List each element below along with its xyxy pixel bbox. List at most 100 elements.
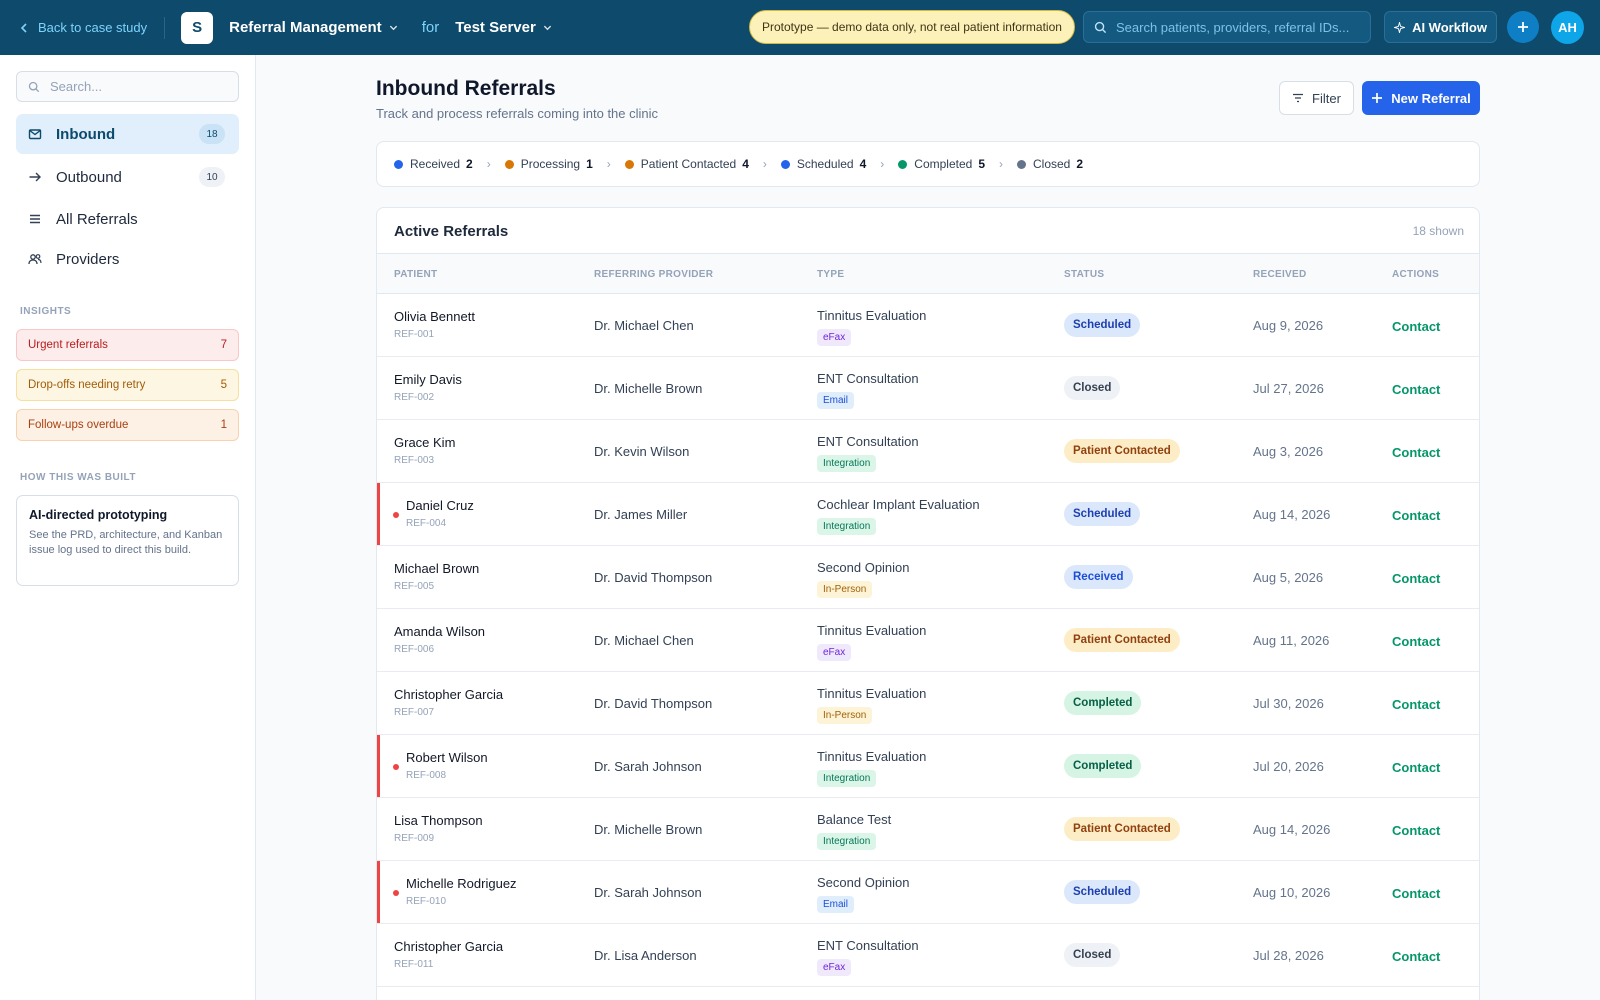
chevron-right-icon: › (606, 157, 611, 171)
table-row[interactable]: Robert Wilson REF-008 Dr. Sarah Johnson Tin… (377, 735, 1479, 798)
stage-scheduled[interactable]: Scheduled 4 (780, 157, 866, 171)
back-to-case-study-link[interactable]: Back to case study (19, 20, 147, 35)
global-search-input[interactable] (1116, 19, 1370, 35)
app-switcher[interactable]: Referral Management (229, 19, 398, 36)
add-button[interactable] (1507, 11, 1539, 43)
plus-icon (1518, 22, 1528, 32)
patient-name[interactable]: Olivia Bennett (394, 309, 475, 324)
referring-provider: Dr. Kevin Wilson (594, 444, 690, 459)
referral-type: ENT Consultation (817, 938, 919, 953)
ai-workflow-button[interactable]: AI Workflow (1384, 11, 1497, 43)
contact-button[interactable]: Contact (1392, 949, 1440, 964)
contact-button[interactable]: Contact (1392, 382, 1440, 397)
patient-cell: Christopher Garcia REF-011 (394, 939, 503, 970)
status-dot (780, 159, 790, 169)
stage-completed[interactable]: Completed 5 (898, 157, 985, 171)
table-row[interactable]: Lisa Thompson REF-009 Dr. Michelle Brown Ba… (377, 798, 1479, 861)
received-date: Aug 10, 2026 (1253, 885, 1331, 900)
patient-name[interactable]: Amanda Wilson (394, 624, 485, 639)
sidebar-item-outbound[interactable]: Outbound 10 (16, 157, 239, 197)
sidebar-search[interactable] (16, 71, 239, 102)
contact-button[interactable]: Contact (1392, 886, 1440, 901)
column-header-referring-provider[interactable]: REFERRING PROVIDER (594, 269, 713, 280)
table-row[interactable]: Amanda Wilson REF-006 Dr. Michael Chen Tinn… (377, 609, 1479, 672)
referral-id: REF-005 (394, 581, 435, 592)
stage-label: Closed (1033, 157, 1071, 171)
table-row[interactable]: Olivia Bennett REF-001 Dr. Michael Chen Tin… (377, 294, 1479, 357)
sidebar-item-label: Inbound (56, 125, 116, 143)
stage-label: Received (410, 157, 461, 171)
table-row[interactable]: Grace Kim REF-003 Dr. Kevin Wilson ENT Cons… (377, 420, 1479, 483)
global-search[interactable] (1083, 11, 1371, 43)
how-built-heading: HOW THIS WAS BUILT (20, 472, 137, 483)
server-switcher[interactable]: Test Server (455, 19, 552, 36)
status-badge: Patient Contacted (1064, 628, 1180, 652)
referral-type: ENT Consultation (817, 434, 919, 449)
contact-button[interactable]: Contact (1392, 760, 1440, 775)
patient-name[interactable]: Lisa Thompson (394, 813, 483, 828)
urgent-indicator-bar (377, 735, 380, 797)
contact-button[interactable]: Contact (1392, 319, 1440, 334)
urgent-dot (393, 764, 399, 770)
column-header-status[interactable]: STATUS (1064, 269, 1104, 280)
patient-name[interactable]: Christopher Garcia (394, 939, 503, 954)
patient-name[interactable]: Michael Brown (394, 561, 479, 576)
contact-button[interactable]: Contact (1392, 445, 1440, 460)
patient-cell: Lisa Thompson REF-009 (394, 813, 483, 844)
insight-follow-ups-overdue[interactable]: Follow-ups overdue 1 (16, 409, 239, 441)
table-row[interactable]: Emily Davis REF-002 Dr. Michelle Brown ENT … (377, 357, 1479, 420)
stage-closed[interactable]: Closed 2 (1017, 157, 1083, 171)
type-cell: Balance Test Integration (817, 812, 891, 850)
ai-workflow-label: AI Workflow (1412, 19, 1487, 35)
table-row[interactable]: Daniel Cruz REF-004 Dr. James Miller Cochle… (377, 483, 1479, 546)
patient-cell: Christopher Garcia REF-007 (394, 687, 503, 718)
patient-name[interactable]: Emily Davis (394, 372, 462, 387)
urgent-indicator-bar (377, 861, 380, 923)
referral-id: REF-009 (394, 833, 435, 844)
status-pipeline: Received 2 › Processing 1 › Patient Cont… (376, 141, 1480, 187)
status-badge: Closed (1064, 376, 1121, 400)
referral-id: REF-003 (394, 455, 435, 466)
status-badge: Received (1064, 565, 1133, 589)
stage-patient-contacted[interactable]: Patient Contacted 4 (624, 157, 749, 171)
how-built-card[interactable]: AI-directed prototyping See the PRD, arc… (16, 495, 239, 586)
stage-processing[interactable]: Processing 1 (504, 157, 593, 171)
table-row[interactable]: Michelle Rodriguez REF-010 Dr. Sarah Johns… (377, 861, 1479, 924)
contact-button[interactable]: Contact (1392, 634, 1440, 649)
contact-button[interactable]: Contact (1392, 697, 1440, 712)
patient-name[interactable]: Grace Kim (394, 435, 455, 450)
search-icon (1094, 21, 1107, 33)
table-header-bar: Active Referrals 18 shown (377, 208, 1479, 254)
contact-button[interactable]: Contact (1392, 508, 1440, 523)
stage-count: 4 (742, 157, 749, 171)
column-header-patient[interactable]: PATIENT (394, 269, 437, 280)
table-row[interactable]: Christopher Garcia REF-011 Dr. Lisa Anders… (377, 924, 1479, 987)
referring-provider: Dr. Lisa Anderson (594, 948, 697, 963)
new-referral-button[interactable]: New Referral (1362, 81, 1480, 115)
patient-name[interactable]: Michelle Rodriguez (406, 876, 517, 891)
table-row[interactable]: Christopher Garcia REF-007 Dr. David Thomp… (377, 672, 1479, 735)
sidebar-item-inbound[interactable]: Inbound 18 (16, 114, 239, 154)
patient-name[interactable]: Robert Wilson (406, 750, 488, 765)
contact-button[interactable]: Contact (1392, 571, 1440, 586)
column-header-received[interactable]: RECEIVED (1253, 269, 1307, 280)
filter-button[interactable]: Filter (1279, 81, 1354, 115)
insight-count: 1 (220, 419, 227, 431)
type-cell: ENT Consultation Integration (817, 434, 919, 472)
sidebar-search-input[interactable] (50, 79, 238, 94)
for-label: for (421, 19, 440, 36)
insight-urgent-referrals[interactable]: Urgent referrals 7 (16, 329, 239, 361)
referral-type: Balance Test (817, 812, 892, 827)
user-avatar[interactable]: AH (1551, 11, 1584, 44)
column-header-type[interactable]: TYPE (817, 269, 844, 280)
stage-received[interactable]: Received 2 (394, 157, 473, 171)
sidebar-item-all-referrals[interactable]: All Referrals (16, 199, 239, 239)
patient-cell: Emily Davis REF-002 (394, 372, 462, 403)
table-row[interactable]: Michael Brown REF-005 Dr. David Thompson Se… (377, 546, 1479, 609)
contact-button[interactable]: Contact (1392, 823, 1440, 838)
insight-drop-offs[interactable]: Drop-offs needing retry 5 (16, 369, 239, 401)
patient-name[interactable]: Christopher Garcia (394, 687, 503, 702)
status-badge: Closed (1064, 943, 1121, 967)
sidebar-item-providers[interactable]: Providers (16, 239, 239, 279)
patient-name[interactable]: Daniel Cruz (406, 498, 474, 513)
